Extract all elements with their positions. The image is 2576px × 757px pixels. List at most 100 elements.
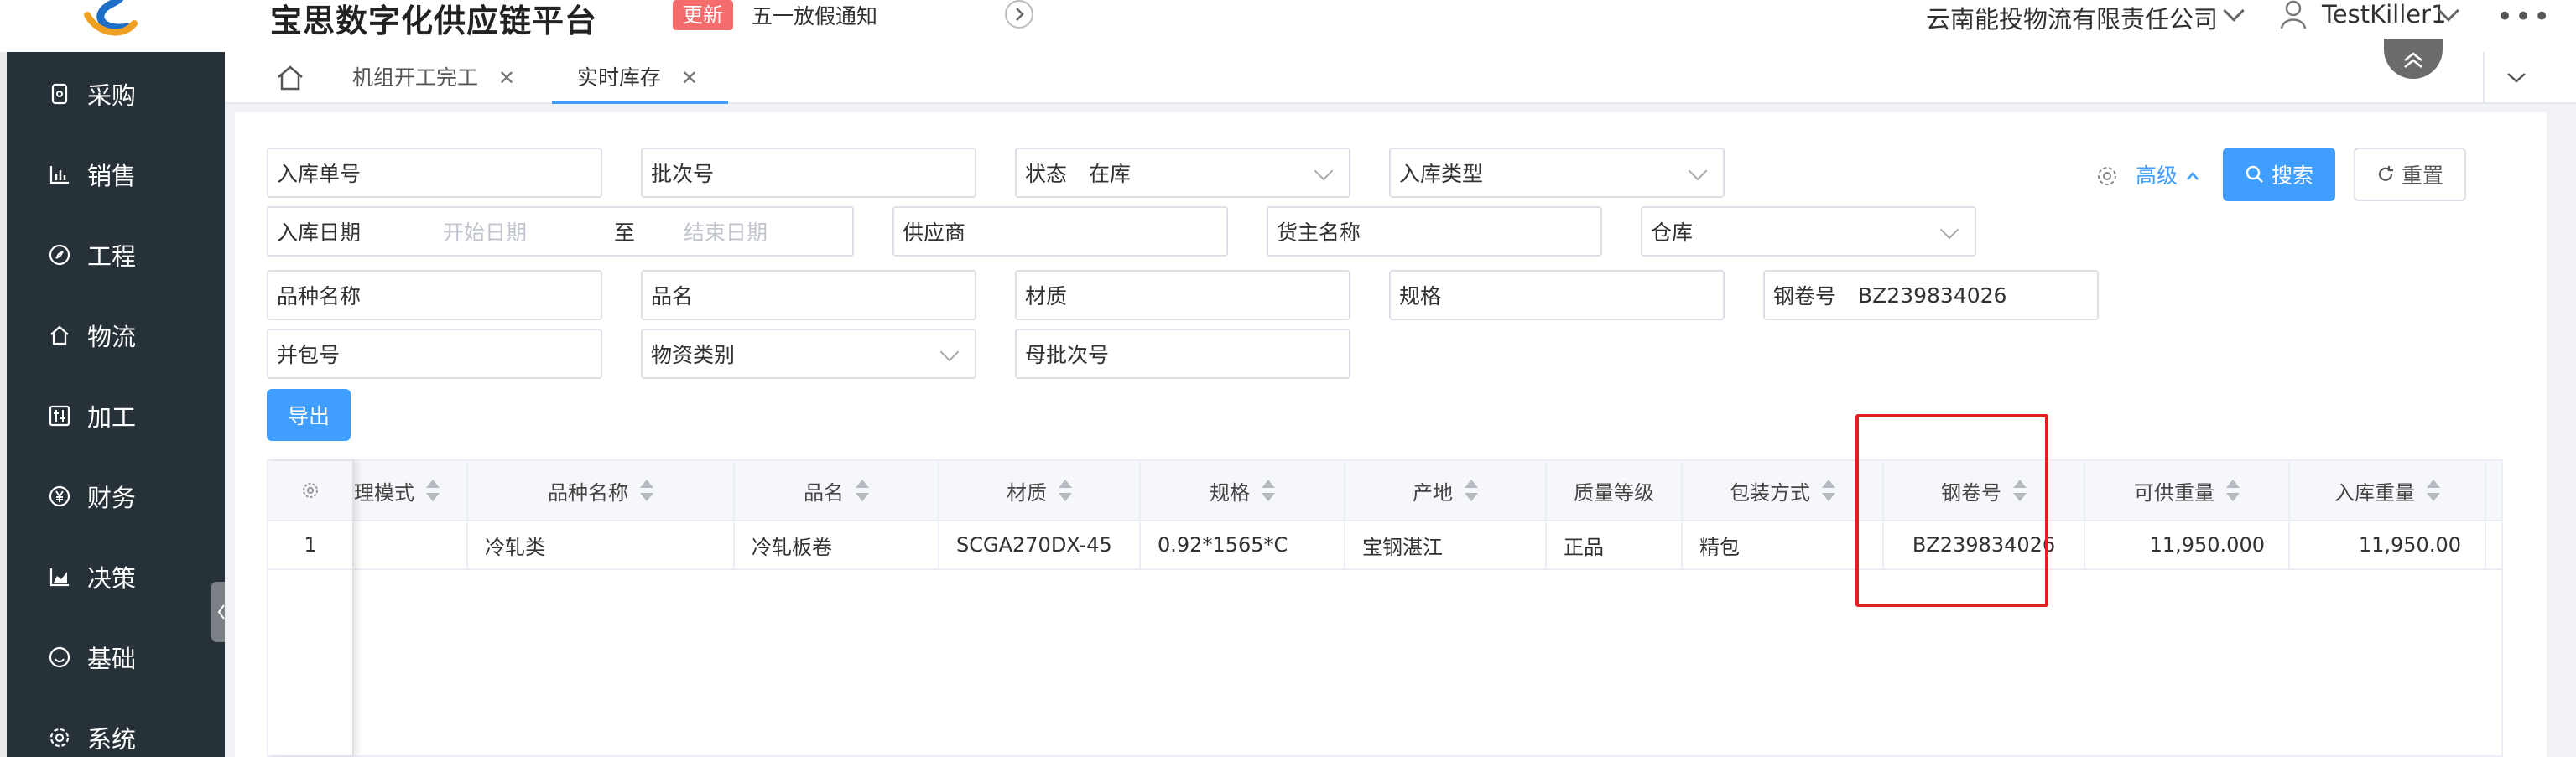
column-header[interactable]: 入库重量 [2290,461,2486,520]
close-icon[interactable]: ✕ [498,66,515,90]
warehouse-select[interactable]: 仓库 [1641,206,1976,257]
field-value: BZ239834026 [1858,283,2007,308]
inbound-date-range[interactable]: 入库日期 开始日期 至 结束日期 [267,206,854,257]
column-header[interactable]: 包装方式 [1683,461,1884,520]
advanced-label: 高级 [2136,163,2178,188]
compass-icon [47,242,72,267]
sort-icon[interactable] [640,480,653,501]
sidebar-item-label: 决策 [87,564,137,593]
column-header[interactable]: 规格 [1141,461,1345,520]
user-icon[interactable] [2280,0,2307,29]
sort-icon[interactable] [1465,480,1478,501]
parent-batch-no-input[interactable]: 母批次号 [1015,329,1350,379]
column-header[interactable]: 理模式 [354,461,468,520]
start-date-input[interactable]: 开始日期 [443,216,527,246]
more-icon[interactable]: ••• [2496,0,2552,34]
field-label: 材质 [1025,284,1068,309]
sidebar-item-decision[interactable]: 决策 [7,552,225,602]
field-label: 品名 [651,284,694,309]
sort-icon[interactable] [1059,480,1072,501]
sort-icon[interactable] [856,480,869,501]
status-select[interactable]: 状态 在库 [1015,148,1350,198]
field-label: 仓库 [1651,220,1694,245]
tab-bar: 机组开工完工 ✕ 实时库存 ✕ [225,52,2576,104]
column-header-label: 质量等级 [1574,480,1654,505]
sidebar-item-engineering[interactable]: 工程 [7,230,225,280]
field-label: 入库日期 [277,220,362,245]
advanced-toggle[interactable]: 高级 [2136,159,2201,189]
coil-column-highlight [1855,414,2048,607]
cell-available-weight: 11,950.000 [2085,521,2290,568]
top-header: 宝思数字化供应链平台 更新 五一放假通知 云南能投物流有限责任公司 TestKi… [0,0,2576,39]
chevron-right-icon[interactable] [1005,0,1033,29]
sidebar-item-label: 财务 [87,484,137,512]
sort-icon[interactable] [1262,480,1275,501]
company-selector[interactable]: 云南能投物流有限责任公司 [1926,0,2218,35]
notice-text[interactable]: 五一放假通知 [752,0,877,30]
search-button[interactable]: 搜索 [2223,148,2335,201]
update-badge[interactable]: 更新 [673,0,733,30]
table-row[interactable]: 1 冷轧类 冷轧板卷 SCGA270DX-45 0.92*1565*C 宝钢湛江… [268,521,2501,570]
sidebar-item-finance[interactable]: 财务 [7,471,225,521]
product-name-input[interactable]: 品名 [641,270,976,320]
column-header[interactable]: 材质 [939,461,1141,520]
column-header[interactable]: 品种名称 [468,461,735,520]
field-label: 母批次号 [1025,343,1110,367]
sliders-icon [47,403,72,428]
material-input[interactable]: 材质 [1015,270,1350,320]
batch-no-input[interactable]: 批次号 [641,148,976,198]
settings-icon[interactable] [2095,164,2119,188]
column-header[interactable]: 品名 [735,461,939,520]
field-label: 入库单号 [277,162,362,186]
inbound-no-input[interactable]: 入库单号 [267,148,602,198]
owner-name-input[interactable]: 货主名称 [1267,206,1602,257]
column-header[interactable]: 产地 [1345,461,1547,520]
tab-realtime-inventory[interactable]: 实时库存 ✕ [552,52,728,104]
reset-button[interactable]: 重置 [2354,148,2466,201]
column-header-label: 品名 [804,480,844,505]
scroll-to-top-button[interactable] [2384,39,2443,79]
export-button[interactable]: 导出 [267,389,351,441]
sidebar-item-sales[interactable]: 销售 [7,149,225,200]
reset-label: 重置 [2401,163,2443,188]
home-icon[interactable] [275,64,305,92]
material-category-select[interactable]: 物资类别 [641,329,976,379]
tab-dropdown-button[interactable] [2483,52,2547,104]
field-label: 并包号 [277,343,341,367]
tab-unit-start-finish[interactable]: 机组开工完工 ✕ [352,52,515,104]
column-header-label: 可供重量 [2134,480,2214,505]
sidebar-item-logistics[interactable]: 物流 [7,310,225,360]
sort-icon[interactable] [2427,480,2440,501]
sidebar-item-purchase[interactable]: 采购 [7,69,225,119]
supplier-input[interactable]: 供应商 [892,206,1228,257]
sort-icon[interactable] [426,480,440,501]
inventory-table: 理模式 品种名称 品名 材质 规格 产地 质量等级 包装方式 钢卷号 可供重量 … [267,459,2503,757]
sidebar-item-system[interactable]: 系统 [7,713,225,757]
username[interactable]: TestKiller1 [2322,0,2447,29]
spec-input[interactable]: 规格 [1389,270,1725,320]
sidebar: 采购 销售 工程 物流 加工 财务 决策 基础 系统 [7,52,232,757]
sidebar-item-basic[interactable]: 基础 [7,632,225,682]
cell-spec: 0.92*1565*C [1141,521,1345,568]
sort-icon[interactable] [2226,480,2240,501]
cell-grade: 正品 [1547,521,1683,568]
column-header-label: 入库重量 [2334,480,2415,505]
end-date-input[interactable]: 结束日期 [684,216,768,246]
chevron-down-icon [1939,220,1959,240]
column-header-label: 产地 [1413,480,1453,505]
sidebar-item-label: 物流 [87,323,137,351]
sidebar-item-label: 销售 [87,162,137,190]
package-no-input[interactable]: 并包号 [267,329,602,379]
inbound-type-select[interactable]: 入库类型 [1389,148,1725,198]
field-label: 货主名称 [1277,220,1361,245]
variety-name-input[interactable]: 品种名称 [267,270,602,320]
chevron-down-icon[interactable] [2223,0,2245,22]
sort-icon[interactable] [1822,480,1835,501]
coil-no-input[interactable]: 钢卷号 BZ239834026 [1763,270,2099,320]
sidebar-item-processing[interactable]: 加工 [7,391,225,441]
cell-inbound-weight: 11,950.00 [2290,521,2486,568]
receipt-icon [47,81,72,106]
column-header[interactable]: 可供重量 [2085,461,2290,520]
close-icon[interactable]: ✕ [681,66,698,90]
cell-mode [354,521,468,568]
